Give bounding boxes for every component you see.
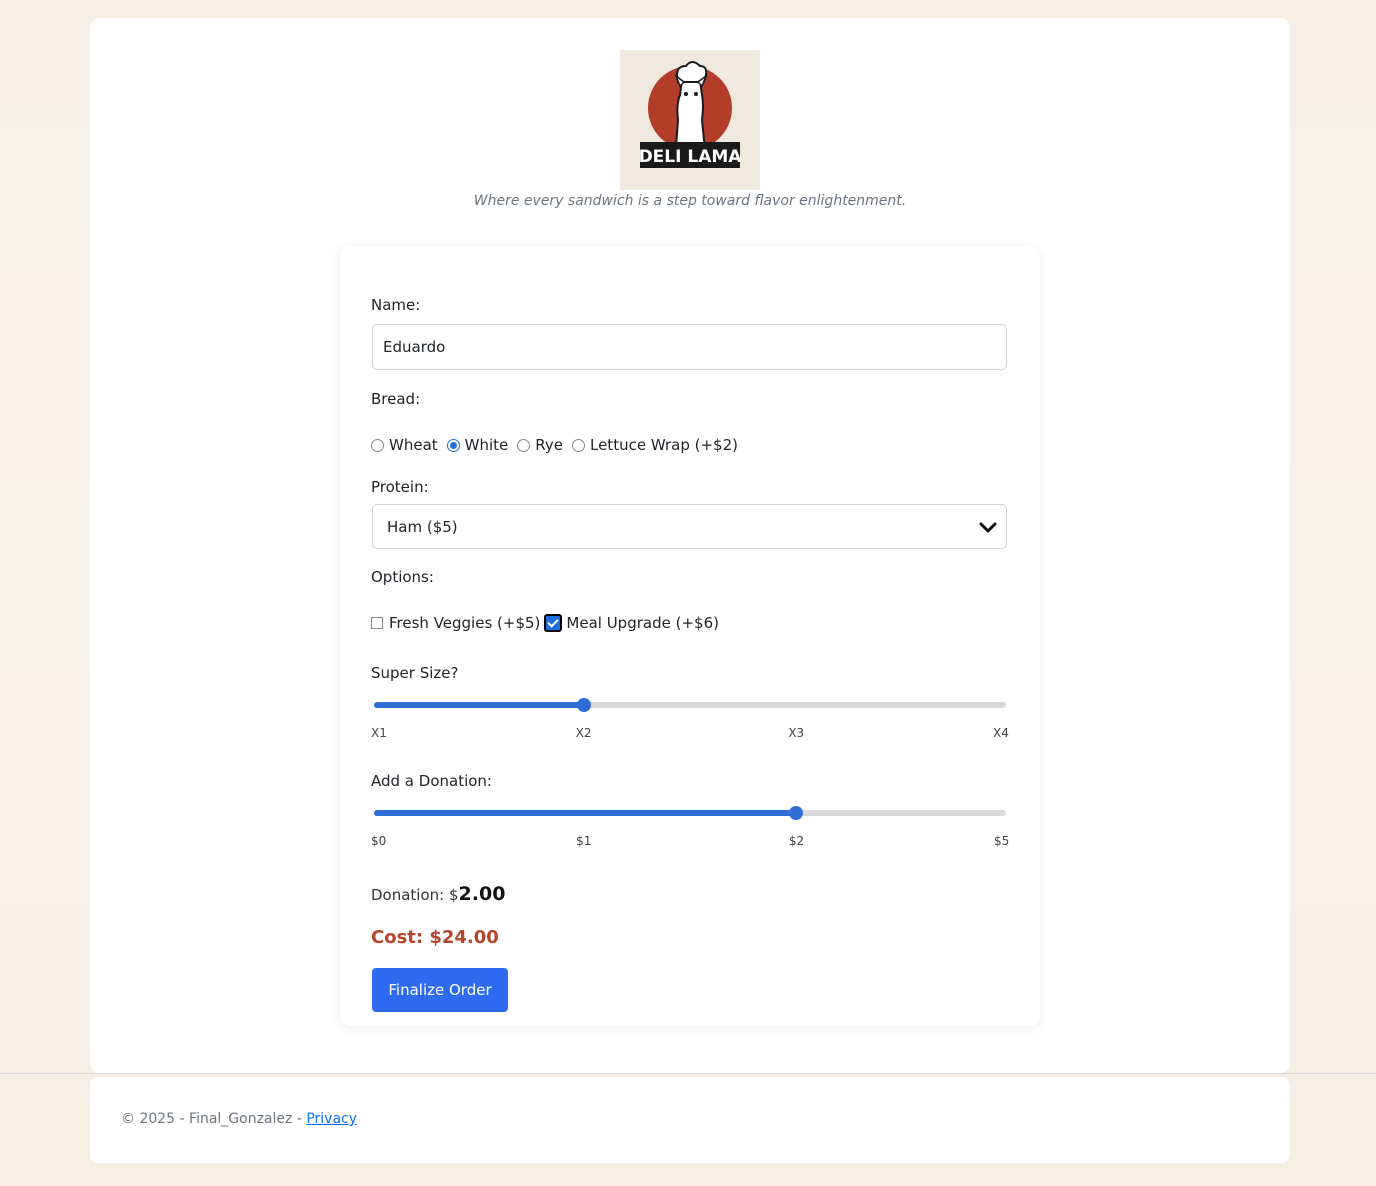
radio-label: Rye: [535, 436, 563, 454]
name-input[interactable]: [372, 324, 1007, 370]
footer: © 2025 - Final_Gonzalez - Privacy: [90, 1077, 1290, 1163]
footer-divider: [0, 1073, 1376, 1074]
donation-prefix: Donation: $: [371, 886, 459, 904]
donation-slider[interactable]: [374, 806, 1006, 820]
total-cost: Cost: $24.00: [371, 927, 499, 948]
protein-selected-value: Ham ($5): [387, 517, 458, 536]
tick-label: $1: [576, 834, 592, 848]
radio-button[interactable]: [446, 438, 460, 452]
fresh-veggies-checkbox[interactable]: [371, 617, 383, 629]
slider-fill: [374, 810, 796, 816]
bread-label: Bread:: [371, 390, 421, 408]
copyright-text: © 2025 - Final_Gonzalez -: [121, 1111, 307, 1127]
tick-label: X2: [575, 726, 592, 740]
bread-option-rye[interactable]: Rye: [517, 436, 563, 454]
order-form: Name: Bread: Wheat White Rye Lettuce Wra…: [340, 246, 1040, 1026]
main-card: DELI LAMA Where every sandwich is a step…: [90, 18, 1290, 1073]
bread-option-lettuce-wrap[interactable]: Lettuce Wrap (+$2): [571, 436, 738, 454]
tick-label: $5: [994, 834, 1010, 848]
tick-label: $0: [371, 834, 387, 848]
chevron-down-icon: [979, 522, 997, 533]
checkbox-label: Fresh Veggies (+$5): [389, 614, 541, 632]
options-checkbox-group: Fresh Veggies (+$5) Meal Upgrade (+$6): [371, 614, 719, 632]
radio-button[interactable]: [517, 438, 531, 452]
finalize-order-button[interactable]: Finalize Order: [372, 968, 508, 1012]
slider-thumb[interactable]: [788, 806, 803, 820]
bread-option-white[interactable]: White: [446, 436, 509, 454]
bread-radio-group: Wheat White Rye Lettuce Wrap (+$2): [371, 436, 747, 454]
meal-upgrade-checkbox[interactable]: [544, 614, 563, 632]
footer-text: © 2025 - Final_Gonzalez - Privacy: [121, 1111, 357, 1127]
tick-label: $2: [788, 834, 805, 848]
supersize-slider[interactable]: [374, 698, 1006, 712]
radio-label: White: [464, 436, 509, 454]
tick-label: X1: [371, 726, 387, 740]
radio-button[interactable]: [371, 438, 384, 452]
supersize-label: Super Size?: [371, 664, 459, 682]
bread-option-wheat[interactable]: Wheat: [371, 436, 438, 454]
radio-label: Wheat: [389, 436, 438, 454]
name-label: Name:: [371, 296, 421, 314]
protein-label: Protein:: [371, 478, 429, 496]
logo-wordmark: DELI LAMA: [639, 147, 743, 167]
slider-fill: [374, 702, 585, 708]
slider-thumb[interactable]: [577, 698, 592, 712]
tick-label: X3: [788, 726, 805, 740]
protein-select[interactable]: Ham ($5): [372, 504, 1007, 549]
deli-lama-logo: DELI LAMA: [620, 50, 760, 190]
donation-summary: Donation: $2.00: [371, 883, 505, 905]
privacy-link[interactable]: Privacy: [306, 1111, 357, 1127]
tick-label: X4: [993, 726, 1009, 740]
donation-amount: 2.00: [458, 883, 506, 905]
radio-button[interactable]: [571, 438, 585, 452]
checkbox-label: Meal Upgrade (+$6): [566, 614, 719, 632]
radio-label: Lettuce Wrap (+$2): [589, 436, 738, 454]
tagline: Where every sandwich is a step toward fl…: [473, 193, 907, 209]
donation-label: Add a Donation:: [371, 772, 492, 790]
options-label: Options:: [371, 568, 434, 586]
